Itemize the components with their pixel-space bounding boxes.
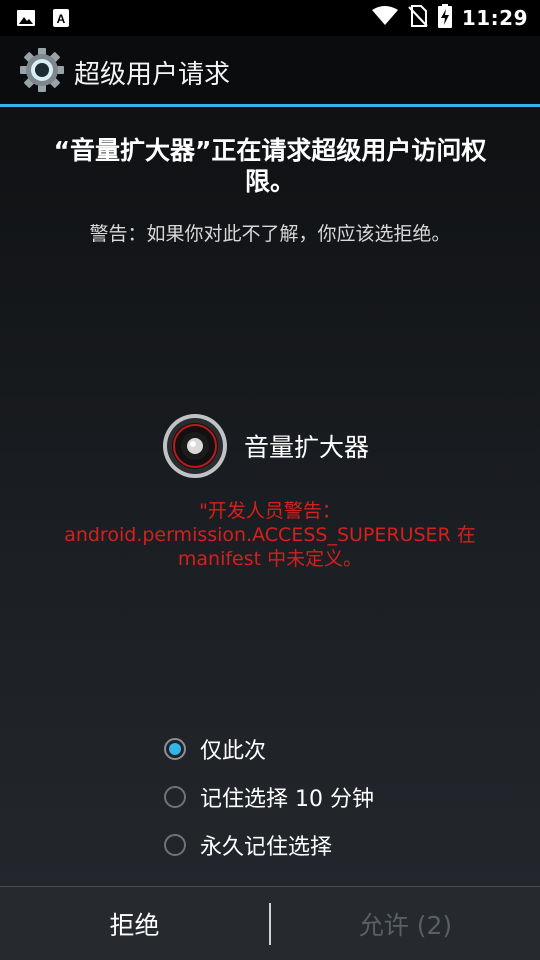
request-warning: 警告：如果你对此不了解，你应该选拒绝。 xyxy=(89,223,451,245)
option-once[interactable]: 仅此次 xyxy=(164,725,374,773)
no-sim-icon xyxy=(408,5,428,31)
superuser-gear-icon xyxy=(20,48,64,92)
wifi-icon xyxy=(371,6,398,30)
option-label: 记住选择 10 分钟 xyxy=(200,787,374,812)
request-title: “音量扩大器”正在请求超级用户访问权限。 xyxy=(53,136,487,196)
svg-text:A: A xyxy=(57,12,66,26)
option-label: 仅此次 xyxy=(200,739,267,764)
radio-remember-forever[interactable] xyxy=(164,834,186,856)
option-remember-forever[interactable]: 永久记住选择 xyxy=(164,821,374,869)
request-content: “音量扩大器”正在请求超级用户访问权限。 警告：如果你对此不了解，你应该选拒绝。… xyxy=(0,107,540,886)
text-a-icon: A xyxy=(52,8,70,32)
radio-remember-10-min[interactable] xyxy=(164,786,186,808)
deny-button[interactable]: 拒绝 xyxy=(0,887,269,960)
remember-options: 仅此次 记住选择 10 分钟 永久记住选择 xyxy=(164,725,374,869)
allow-button[interactable]: 允许 (2) xyxy=(271,887,540,960)
option-label: 永久记住选择 xyxy=(200,835,333,860)
app-name: 音量扩大器 xyxy=(244,433,370,462)
superuser-request-screen: A 11:29 超级用户请求 “音量扩大器”正在请求超级用户访问权限。 警告：如… xyxy=(0,0,540,960)
battery-charging-icon xyxy=(437,4,452,32)
title-bar: 超级用户请求 xyxy=(0,36,540,104)
page-title: 超级用户请求 xyxy=(74,60,231,90)
option-remember-10-min[interactable]: 记住选择 10 分钟 xyxy=(164,773,374,821)
status-time: 11:29 xyxy=(461,6,528,30)
speaker-icon xyxy=(162,413,228,479)
action-bar: 拒绝 允许 (2) xyxy=(0,886,540,960)
developer-warning: "开发人员警告：android.permission.ACCESS_SUPERU… xyxy=(64,500,476,570)
status-bar: A 11:29 xyxy=(0,0,540,36)
requesting-app: 音量扩大器 xyxy=(162,413,369,479)
image-icon xyxy=(16,8,36,32)
radio-once[interactable] xyxy=(164,738,186,760)
